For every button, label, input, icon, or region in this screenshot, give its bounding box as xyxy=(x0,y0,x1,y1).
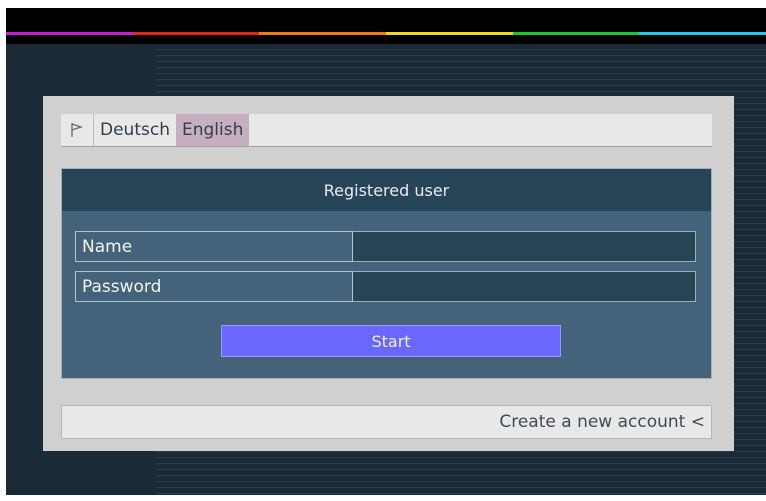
create-account-link[interactable]: Create a new account < xyxy=(61,405,712,439)
app-frame: Deutsch English Registered user Name Pas… xyxy=(6,8,766,495)
flag-icon xyxy=(61,114,94,146)
rainbow-segment xyxy=(639,32,766,35)
rainbow-segment xyxy=(6,32,133,35)
name-row: Name xyxy=(75,231,696,262)
language-english[interactable]: English xyxy=(175,114,250,146)
login-heading: Registered user xyxy=(62,169,711,211)
rainbow-segment xyxy=(512,32,640,35)
language-deutsch[interactable]: Deutsch xyxy=(94,114,176,146)
rainbow-segment xyxy=(132,32,260,35)
name-input[interactable] xyxy=(353,231,696,262)
rainbow-segment xyxy=(386,32,513,35)
password-input[interactable] xyxy=(353,271,696,302)
rainbow-stripe xyxy=(6,32,766,35)
name-label: Name xyxy=(75,231,353,262)
login-panel: Deutsch English Registered user Name Pas… xyxy=(43,96,734,451)
login-form: Registered user Name Password Start xyxy=(61,168,712,379)
top-bar xyxy=(6,8,766,44)
language-bar: Deutsch English xyxy=(61,114,712,147)
start-button[interactable]: Start xyxy=(221,325,561,357)
password-row: Password xyxy=(75,271,696,302)
rainbow-segment xyxy=(259,32,387,35)
password-label: Password xyxy=(75,271,353,302)
